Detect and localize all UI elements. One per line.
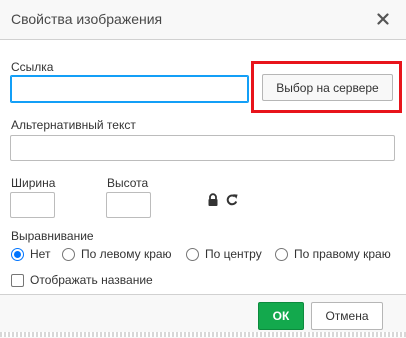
show-caption-label: Отображать название [30, 273, 153, 287]
radio-button[interactable] [62, 247, 75, 261]
alt-text-input[interactable] [10, 135, 395, 161]
width-label: Ширина [11, 176, 56, 190]
lock-icon[interactable] [206, 193, 220, 207]
alt-text-label: Альтернативный текст [11, 118, 136, 132]
alignment-option-none[interactable]: Нет [11, 247, 50, 261]
show-caption-checkbox[interactable] [11, 273, 24, 287]
show-caption-option[interactable]: Отображать название [11, 273, 153, 287]
url-label: Ссылка [11, 60, 54, 74]
alignment-option-center[interactable]: По центру [186, 247, 262, 261]
alignment-option-left[interactable]: По левому краю [62, 247, 172, 261]
bottom-edge [0, 332, 406, 337]
alignment-option-label: По правому краю [294, 247, 391, 261]
alignment-option-right[interactable]: По правому краю [275, 247, 391, 261]
alignment-option-label: По центру [205, 247, 262, 261]
cancel-button[interactable]: Отмена [311, 302, 383, 330]
height-label: Высота [107, 176, 149, 190]
alignment-option-label: По левому краю [81, 247, 172, 261]
height-input[interactable] [106, 192, 151, 218]
url-input[interactable] [10, 75, 249, 103]
radio-button[interactable] [11, 247, 24, 261]
close-icon[interactable] [376, 12, 390, 26]
alignment-option-label: Нет [30, 247, 51, 261]
dialog-title: Свойства изображения [11, 11, 163, 27]
reset-size-icon[interactable] [225, 193, 239, 207]
image-properties-dialog: Свойства изображения Ссылка Выбор на сер… [0, 0, 406, 338]
radio-button[interactable] [275, 247, 288, 261]
alignment-label: Выравнивание [11, 229, 94, 243]
width-input[interactable] [10, 192, 55, 218]
ok-button[interactable]: ОК [258, 302, 304, 330]
browse-server-button[interactable]: Выбор на сервере [262, 74, 393, 101]
dialog-titlebar: Свойства изображения [0, 0, 406, 40]
radio-button[interactable] [186, 247, 199, 261]
